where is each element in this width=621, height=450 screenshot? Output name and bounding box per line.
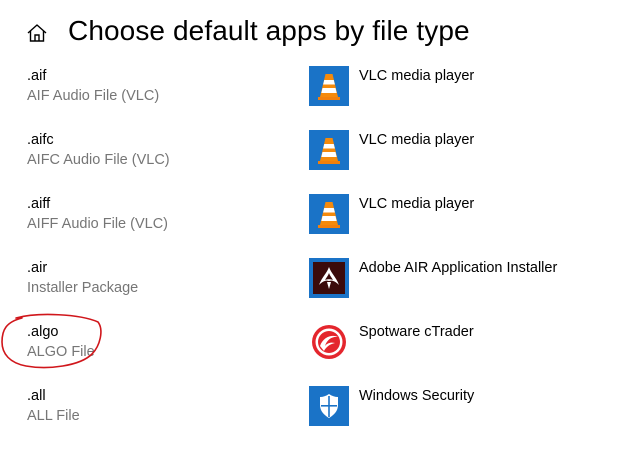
default-app-button[interactable] [309, 321, 349, 367]
file-extension: .air [27, 260, 48, 276]
file-type-row: .aif AIF Audio File (VLC) VLC media play… [0, 65, 621, 132]
file-extension: .aif [27, 68, 47, 84]
default-app-name[interactable]: Spotware cTrader [359, 324, 474, 340]
vlc-icon [309, 129, 349, 175]
file-description: AIFC Audio File (VLC) [27, 152, 170, 168]
default-app-name[interactable]: VLC media player [359, 68, 474, 84]
default-app-name[interactable]: Windows Security [359, 388, 474, 404]
file-type-row: .air Installer Package Adobe AIR Applica… [0, 257, 621, 324]
default-app-name[interactable]: VLC media player [359, 196, 474, 212]
page-title: Choose default apps by file type [68, 15, 470, 46]
ctrader-icon [309, 321, 349, 367]
page-header: Choose default apps by file type [0, 0, 621, 64]
default-app-button[interactable] [309, 193, 349, 239]
file-type-row: .aifc AIFC Audio File (VLC) VLC media pl… [0, 129, 621, 196]
default-app-button[interactable] [309, 65, 349, 111]
file-description: Installer Package [27, 280, 139, 296]
default-app-name[interactable]: VLC media player [359, 132, 474, 148]
file-description: ALL File [27, 408, 80, 424]
file-type-row: .all ALL File Windows Security [0, 385, 621, 450]
file-type-row: .aiff AIFF Audio File (VLC) VLC media pl… [0, 193, 621, 260]
windows-security-icon [309, 385, 349, 431]
file-description: ALGO File [27, 344, 95, 360]
file-extension: .algo [27, 324, 59, 340]
file-extension: .aiff [27, 196, 51, 212]
adobe-air-icon [309, 257, 349, 303]
file-extension: .all [27, 388, 46, 404]
vlc-icon [309, 193, 349, 239]
default-app-button[interactable] [309, 257, 349, 303]
file-description: AIF Audio File (VLC) [27, 88, 160, 104]
file-description: AIFF Audio File (VLC) [27, 216, 169, 232]
default-app-name[interactable]: Adobe AIR Application Installer [359, 260, 557, 276]
home-icon[interactable] [26, 23, 48, 43]
default-app-button[interactable] [309, 385, 349, 431]
vlc-icon [309, 65, 349, 111]
file-type-row: .algo ALGO File Spotware cTrader [0, 321, 621, 388]
default-app-button[interactable] [309, 129, 349, 175]
settings-page: Choose default apps by file type .aif AI… [0, 0, 621, 450]
file-extension: .aifc [27, 132, 54, 148]
